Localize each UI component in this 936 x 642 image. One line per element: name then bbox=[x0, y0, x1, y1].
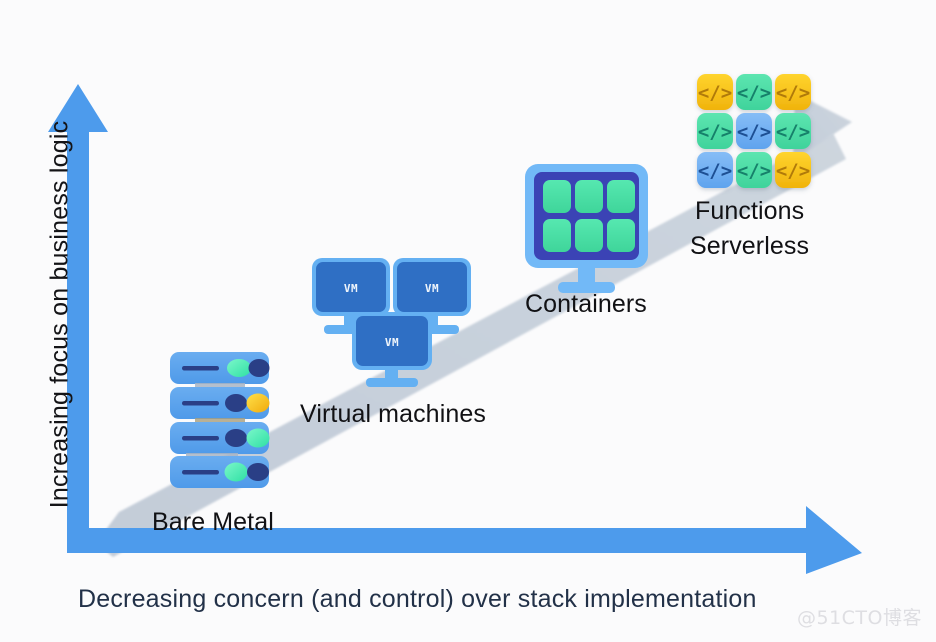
server-rack-icon bbox=[170, 352, 270, 488]
svg-text:VM: VM bbox=[385, 336, 399, 349]
svg-text:</>: </> bbox=[698, 160, 732, 182]
diagram-canvas: VM VM VM </> </> </> </> </> </> </> </>… bbox=[0, 0, 936, 642]
svg-text:VM: VM bbox=[344, 282, 358, 295]
svg-text:</>: </> bbox=[737, 160, 771, 182]
stage-label-containers: Containers bbox=[525, 290, 647, 318]
svg-text:</>: </> bbox=[737, 82, 771, 104]
svg-text:</>: </> bbox=[776, 121, 810, 143]
stage-label-functions: Functions bbox=[695, 197, 805, 225]
watermark: @51CTO博客 bbox=[796, 607, 922, 629]
svg-text:VM: VM bbox=[425, 282, 439, 295]
svg-text:</>: </> bbox=[776, 160, 810, 182]
svg-text:</>: </> bbox=[776, 82, 810, 104]
svg-text:</>: </> bbox=[698, 121, 732, 143]
stage-label-virtual-machines: Virtual machines bbox=[300, 400, 486, 428]
x-axis-label: Decreasing concern (and control) over st… bbox=[78, 585, 757, 613]
svg-text:</>: </> bbox=[698, 82, 732, 104]
stage-label-bare-metal: Bare Metal bbox=[152, 508, 274, 536]
code-tile-grid-icon: </> </> </> </> </> </> </> </> </> bbox=[697, 74, 811, 188]
diagram-graphics: VM VM VM </> </> </> </> </> </> </> </>… bbox=[48, 74, 862, 574]
stage-label-serverless: Serverless bbox=[690, 232, 810, 260]
y-axis-label: Increasing focus on business logic bbox=[45, 120, 74, 509]
svg-text:</>: </> bbox=[737, 121, 771, 143]
